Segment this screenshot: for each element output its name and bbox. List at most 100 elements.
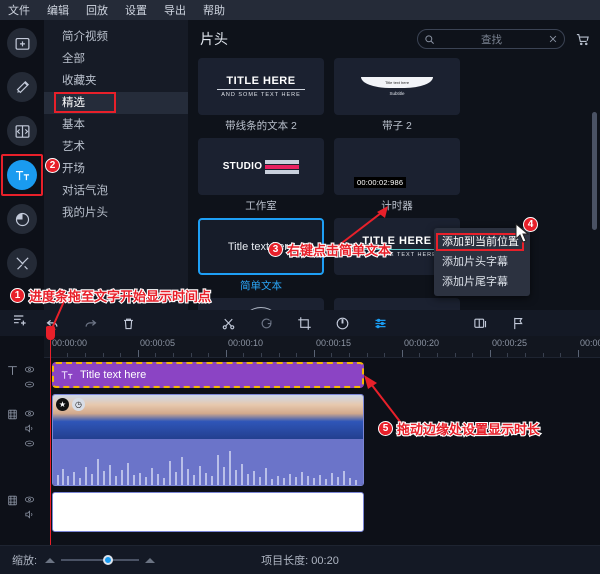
category-featured[interactable]: 精选 bbox=[44, 92, 188, 114]
template-item[interactable]: STUDIO 工作室 bbox=[198, 138, 324, 212]
eye-icon[interactable] bbox=[24, 408, 35, 419]
menu-item-settings[interactable]: 设置 bbox=[125, 2, 147, 18]
video-clip[interactable]: ★ ◷ bbox=[52, 394, 364, 486]
rail-button-tools[interactable] bbox=[7, 248, 37, 278]
template-item[interactable]: TITLE HERE AND SOME TEXT HERE 带线条的文本 2 bbox=[198, 58, 324, 132]
speed-button[interactable] bbox=[334, 315, 350, 331]
link-icon[interactable] bbox=[24, 438, 35, 449]
delete-button[interactable] bbox=[120, 315, 136, 331]
speaker-icon[interactable] bbox=[24, 509, 35, 520]
zoom-slider[interactable] bbox=[45, 555, 156, 565]
gallery-scrollbar[interactable] bbox=[592, 112, 597, 230]
featured-highlight-box bbox=[54, 92, 116, 113]
text-clip[interactable]: Title text here bbox=[52, 362, 364, 388]
studio-bars bbox=[265, 159, 300, 174]
context-menu-item-add-here[interactable]: 添加到当前位置 bbox=[434, 232, 530, 252]
sliders-icon bbox=[375, 318, 385, 328]
menu-item-edit[interactable]: 编辑 bbox=[47, 2, 69, 18]
thumb-rule bbox=[351, 249, 443, 250]
zoom-in-icon[interactable] bbox=[145, 557, 156, 563]
template-item[interactable]: Title text here Subtitle 带子 2 bbox=[334, 58, 460, 132]
split-button[interactable] bbox=[220, 315, 236, 331]
search-input[interactable]: 查找 bbox=[440, 32, 543, 47]
pie-filter-icon bbox=[15, 212, 29, 226]
link-icon[interactable] bbox=[24, 379, 35, 390]
category-all[interactable]: 全部 bbox=[44, 48, 188, 70]
template-caption: 简单文本 bbox=[240, 280, 282, 292]
category-label: 简介视频 bbox=[62, 31, 108, 43]
category-list: 简介视频 全部 收藏夹 精选 基本 艺术 开场 对话气泡 我的片头 bbox=[44, 20, 188, 315]
ruler-tick: 00:00:10 bbox=[228, 338, 264, 348]
rail-button-filters[interactable] bbox=[7, 204, 37, 234]
overlay-clip[interactable] bbox=[52, 492, 364, 532]
category-favorites[interactable]: 收藏夹 bbox=[44, 70, 188, 92]
rail-button-import-media[interactable] bbox=[7, 28, 37, 58]
status-bar: 缩放: 项目长度: 00:20 bbox=[0, 545, 600, 574]
eye-icon[interactable] bbox=[24, 364, 35, 375]
context-menu-label: 添加片头字幕 bbox=[442, 256, 508, 268]
page-title: 片头 bbox=[200, 31, 228, 47]
template-grid: TITLE HERE AND SOME TEXT HERE 带线条的文本 2 T… bbox=[188, 58, 600, 315]
template-thumbnail[interactable]: 00:00:02:986 bbox=[334, 138, 460, 195]
template-thumbnail[interactable]: Title text here bbox=[198, 218, 324, 275]
ruler-tick: 00:00:05 bbox=[140, 338, 176, 348]
thumb-title: TITLE HERE bbox=[362, 235, 432, 247]
template-thumbnail[interactable]: Title text here Subtitle bbox=[334, 58, 460, 115]
rail-button-titles[interactable] bbox=[1, 154, 43, 196]
category-basic[interactable]: 基本 bbox=[44, 114, 188, 136]
timeline-ruler[interactable]: 00:00:00 00:00:05 00:00:10 00:00:15 00:0… bbox=[44, 336, 600, 358]
category-art[interactable]: 艺术 bbox=[44, 136, 188, 158]
category-label: 开场 bbox=[62, 163, 85, 175]
shopping-cart-icon[interactable] bbox=[575, 32, 590, 47]
template-item[interactable]: 00:00:02:986 计时器 bbox=[334, 138, 460, 212]
template-item-simple-text[interactable]: Title text here 简单文本 bbox=[198, 218, 324, 292]
speed-gauge-icon bbox=[336, 317, 348, 329]
track-header-overlay bbox=[0, 494, 44, 520]
trash-icon bbox=[123, 318, 133, 329]
thumb-title: STUDIO bbox=[222, 161, 263, 172]
ruler-tick: 00:00:00 bbox=[52, 338, 88, 348]
ruler-tick: 00:00:15 bbox=[316, 338, 352, 348]
project-length-value: 00:20 bbox=[311, 555, 339, 567]
speed-icon[interactable]: ◷ bbox=[72, 398, 85, 411]
add-track-button[interactable] bbox=[12, 312, 28, 333]
rotate-button[interactable] bbox=[258, 315, 274, 331]
template-thumbnail[interactable]: TITLE HERE AND SOME TEXT HERE bbox=[198, 58, 324, 115]
search-box[interactable]: 查找 bbox=[417, 29, 565, 49]
context-menu-item-add-ending-title[interactable]: 添加片尾字幕 bbox=[434, 272, 530, 292]
thumb-timecode: 00:00:02:986 bbox=[354, 177, 407, 188]
ruler-tick: 00:00:20 bbox=[404, 338, 440, 348]
category-label: 对话气泡 bbox=[62, 185, 108, 197]
template-thumbnail[interactable]: STUDIO bbox=[198, 138, 324, 195]
crop-icon bbox=[297, 316, 311, 330]
category-intro-video[interactable]: 简介视频 bbox=[44, 26, 188, 48]
editor-toolbar bbox=[0, 310, 600, 336]
star-icon[interactable]: ★ bbox=[56, 398, 69, 411]
category-speech-bubble[interactable]: 对话气泡 bbox=[44, 180, 188, 202]
rail-button-transitions[interactable] bbox=[7, 116, 37, 146]
crop-button[interactable] bbox=[296, 315, 312, 331]
redo-button[interactable] bbox=[82, 315, 98, 331]
zoom-track[interactable] bbox=[61, 555, 140, 565]
playhead-handle[interactable] bbox=[46, 326, 55, 340]
speaker-icon[interactable] bbox=[24, 423, 35, 434]
menu-item-help[interactable]: 帮助 bbox=[203, 2, 225, 18]
menu-item-playback[interactable]: 回放 bbox=[86, 2, 108, 18]
category-my-titles[interactable]: 我的片头 bbox=[44, 202, 188, 224]
zoom-knob[interactable] bbox=[103, 555, 114, 565]
playhead[interactable] bbox=[46, 326, 55, 545]
menu-item-file[interactable]: 文件 bbox=[8, 2, 30, 18]
category-opening[interactable]: 开场 bbox=[44, 158, 188, 180]
marker-button[interactable] bbox=[510, 315, 526, 331]
thumb-subtitle: Subtitle bbox=[389, 91, 405, 96]
split-screen-button[interactable] bbox=[472, 315, 488, 331]
context-menu-item-add-opening-title[interactable]: 添加片头字幕 bbox=[434, 252, 530, 272]
adjust-button[interactable] bbox=[372, 315, 388, 331]
zoom-out-icon[interactable] bbox=[45, 557, 56, 563]
rail-button-effects[interactable] bbox=[7, 72, 37, 102]
eye-icon[interactable] bbox=[24, 494, 35, 505]
close-icon[interactable] bbox=[548, 34, 558, 44]
menu-item-export[interactable]: 导出 bbox=[164, 2, 186, 18]
project-length: 项目长度: 00:20 bbox=[261, 552, 339, 568]
track-header-video bbox=[0, 408, 44, 449]
